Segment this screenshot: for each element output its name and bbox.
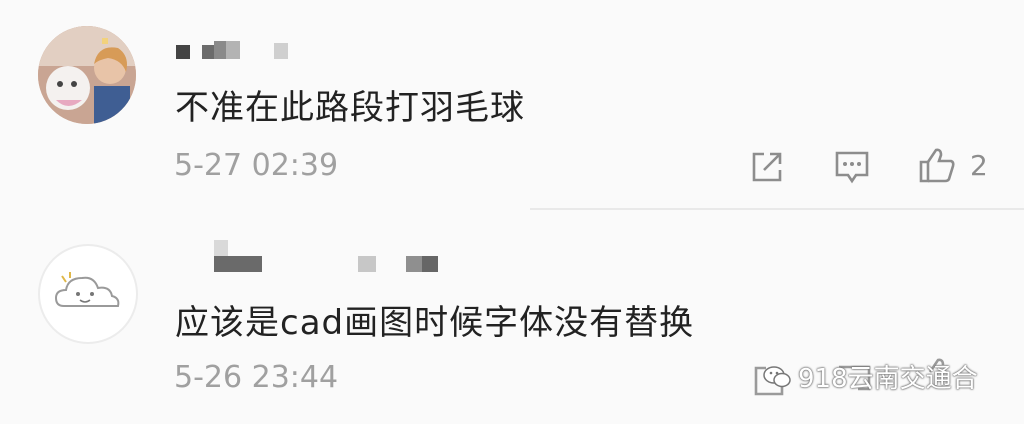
- username-blurred: [176, 41, 288, 59]
- share-icon: [752, 152, 782, 182]
- comment-timestamp: 5-27 02:39: [174, 148, 339, 183]
- avatar[interactable]: [38, 26, 136, 124]
- comment-text: 应该是cad画图时候字体没有替换: [175, 303, 695, 343]
- reply-button[interactable]: [834, 150, 870, 184]
- share-button[interactable]: [750, 150, 784, 184]
- comment-timestamp: 5-26 23:44: [174, 360, 339, 395]
- wechat-icon: [763, 365, 791, 387]
- comment-item: 不准在此路段打羽毛球 5-27 02:39 2: [0, 0, 1024, 208]
- username-blurred: [214, 238, 438, 272]
- comment-icon: [835, 151, 869, 184]
- watermark: 918云南交通合: [762, 358, 978, 395]
- like-count: 2: [970, 148, 988, 182]
- like-button[interactable]: 2: [918, 146, 988, 184]
- like-icon: [919, 148, 955, 183]
- comment-text: 不准在此路段打羽毛球: [175, 88, 525, 128]
- watermark-text: 918云南交通合: [798, 364, 978, 394]
- avatar[interactable]: [38, 244, 138, 344]
